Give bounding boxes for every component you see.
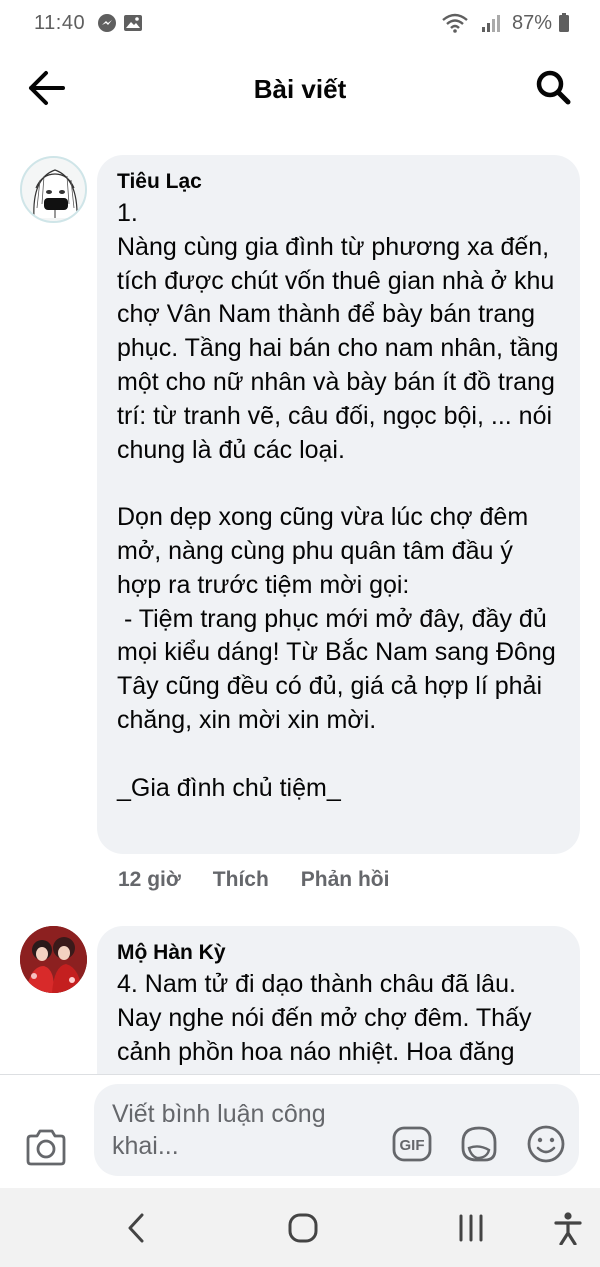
search-icon bbox=[536, 70, 571, 105]
sticker-button[interactable] bbox=[459, 1124, 499, 1164]
reply-button[interactable]: Phản hồi bbox=[301, 868, 390, 892]
system-nav-bar bbox=[0, 1188, 600, 1267]
accessibility-icon bbox=[554, 1212, 582, 1245]
back-arrow-icon bbox=[29, 71, 65, 105]
comment-author[interactable]: Tiêu Lạc bbox=[117, 168, 559, 196]
status-bar: 11:40 87% bbox=[0, 0, 600, 46]
wifi-icon bbox=[442, 13, 468, 33]
comment-input[interactable]: Viết bình luận công khai... GIF bbox=[94, 1084, 579, 1176]
back-nav-icon bbox=[128, 1213, 144, 1243]
comment-time[interactable]: 12 giờ bbox=[118, 868, 181, 892]
avatar[interactable] bbox=[20, 156, 87, 223]
comment-bubble: Tiêu Lạc 1. Nàng cùng gia đình từ phương… bbox=[97, 155, 580, 854]
comment-text: 1. Nàng cùng gia đình từ phương xa đến, … bbox=[117, 199, 559, 802]
back-button[interactable] bbox=[24, 68, 68, 108]
gif-button[interactable]: GIF bbox=[392, 1124, 432, 1164]
comment-actions: 12 giờ Thích Phản hồi bbox=[118, 868, 389, 892]
messenger-icon bbox=[97, 13, 117, 33]
recents-nav-icon bbox=[459, 1214, 483, 1242]
emoji-icon bbox=[527, 1125, 565, 1163]
comment-input-placeholder: Viết bình luận công khai... bbox=[112, 1100, 326, 1160]
comment-bubble: Mộ Hàn Kỳ 4. Nam tử đi dạo thành châu đã… bbox=[97, 926, 580, 1074]
gif-label: GIF bbox=[400, 1137, 425, 1154]
status-time: 11:40 bbox=[34, 11, 86, 34]
like-button[interactable]: Thích bbox=[213, 868, 269, 892]
sticker-icon bbox=[461, 1126, 497, 1162]
nav-recents-button[interactable] bbox=[449, 1208, 493, 1248]
comment-text: 4. Nam tử đi dạo thành châu đã lâu. Nay … bbox=[117, 970, 539, 1066]
gif-icon: GIF bbox=[392, 1126, 432, 1162]
emoji-button[interactable] bbox=[526, 1124, 566, 1164]
home-nav-icon bbox=[288, 1213, 318, 1243]
camera-icon bbox=[26, 1129, 66, 1166]
signal-icon bbox=[480, 13, 500, 33]
battery-icon bbox=[558, 13, 570, 33]
comment-author[interactable]: Mộ Hàn Kỳ bbox=[117, 939, 559, 967]
nav-home-button[interactable] bbox=[281, 1208, 325, 1248]
page-title: Bài viết bbox=[253, 73, 347, 104]
comment-composer: Viết bình luận công khai... GIF bbox=[0, 1074, 600, 1188]
avatar[interactable] bbox=[20, 926, 87, 993]
gallery-icon bbox=[123, 14, 143, 32]
search-button[interactable] bbox=[534, 68, 574, 108]
nav-back-button[interactable] bbox=[114, 1208, 158, 1248]
camera-button[interactable] bbox=[24, 1127, 68, 1167]
page-header: Bài viết bbox=[0, 46, 600, 132]
comment-list: Tiêu Lạc 1. Nàng cùng gia đình từ phương… bbox=[0, 132, 600, 1074]
battery-percent: 87% bbox=[511, 11, 552, 34]
nav-accessibility-button[interactable] bbox=[546, 1208, 590, 1248]
